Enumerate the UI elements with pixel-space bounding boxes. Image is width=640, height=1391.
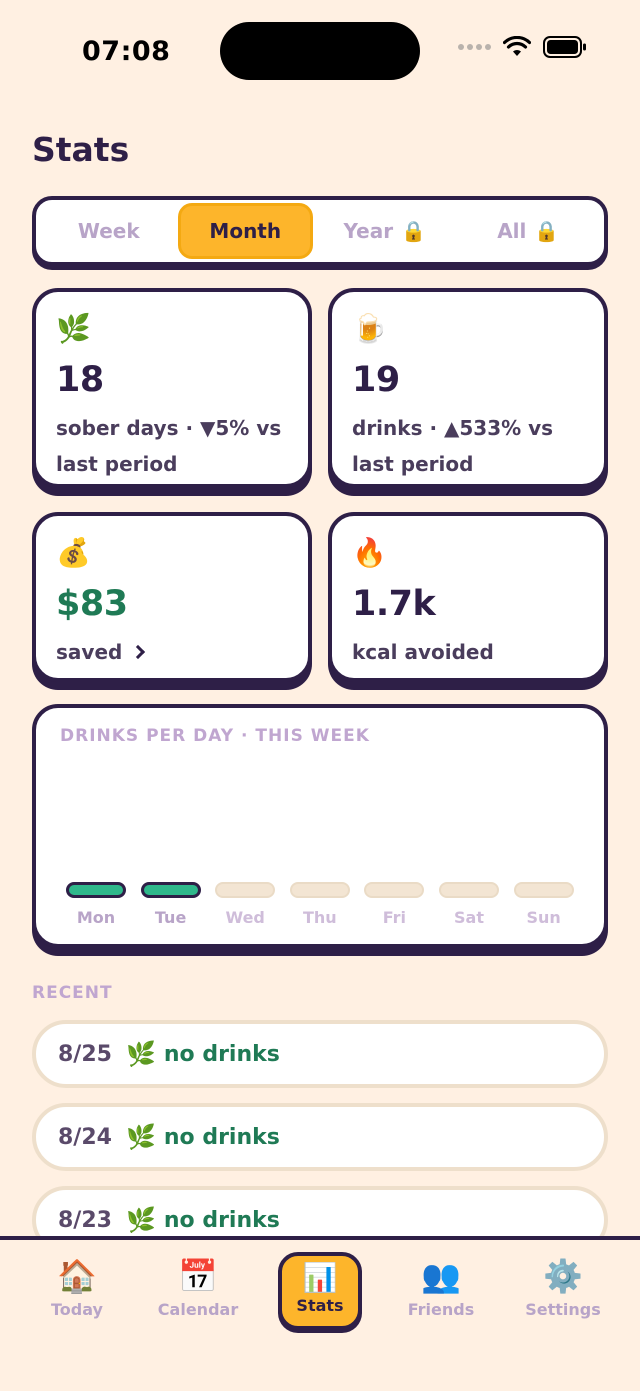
money-saved-label: saved bbox=[56, 640, 123, 664]
recent-section-label: RECENT bbox=[32, 983, 113, 1003]
segment-label: All bbox=[497, 219, 527, 243]
friends-icon: 👥 bbox=[421, 1257, 461, 1295]
drinks-desc-line2: last period bbox=[352, 452, 474, 476]
chart-day-label: Thu bbox=[302, 908, 337, 927]
battery-icon bbox=[543, 36, 586, 58]
segment-all[interactable]: All 🔒 bbox=[457, 203, 600, 259]
calendar-icon: 📅 bbox=[178, 1257, 218, 1295]
beer-icon: 🍺 bbox=[352, 312, 387, 345]
chart-bar-sun bbox=[513, 882, 574, 898]
tab-friends[interactable]: 👥 Friends bbox=[386, 1254, 496, 1319]
recent-date: 8/24 bbox=[58, 1124, 112, 1150]
status-time: 07:08 bbox=[82, 36, 171, 67]
tab-today[interactable]: 🏠 Today bbox=[22, 1254, 132, 1319]
recent-date: 8/25 bbox=[58, 1041, 112, 1067]
tab-label: Today bbox=[51, 1300, 103, 1319]
recent-status: no drinks bbox=[163, 1041, 280, 1067]
money-saved-value: $83 bbox=[56, 584, 128, 624]
sober-days-desc-line1: sober days · ▼5% vs bbox=[56, 416, 282, 440]
chevron-right-icon bbox=[131, 644, 146, 660]
chart-day-label: Tue bbox=[154, 908, 187, 927]
kcal-value: 1.7k bbox=[352, 584, 436, 624]
drinks-value: 19 bbox=[352, 360, 400, 400]
status-bar: 07:08 bbox=[0, 0, 640, 100]
wifi-icon bbox=[503, 36, 531, 56]
house-icon: 🏠 bbox=[57, 1257, 97, 1295]
period-segmented-control: Week Month Year 🔒 All 🔒 bbox=[32, 196, 608, 266]
chart-day-label: Sun bbox=[526, 908, 561, 927]
sober-days-desc-line2: last period bbox=[56, 452, 178, 476]
segment-label: Month bbox=[209, 219, 282, 243]
kcal-desc: kcal avoided bbox=[352, 640, 494, 664]
herb-icon: 🌿 bbox=[126, 1123, 156, 1151]
money-saved-desc: saved bbox=[56, 634, 146, 670]
segment-label: Year bbox=[343, 219, 394, 243]
stats-screen: 07:08 Stats Week Month Year 🔒 All 🔒 🌿 18… bbox=[0, 0, 640, 1391]
money-saved-card[interactable]: 💰 $83 saved bbox=[32, 512, 312, 682]
recent-item[interactable]: 8/24 🌿 no drinks bbox=[32, 1103, 608, 1171]
recent-status: no drinks bbox=[163, 1207, 280, 1233]
segment-month[interactable]: Month bbox=[177, 203, 314, 259]
chart-day-label: Mon bbox=[76, 908, 116, 927]
tab-settings[interactable]: ⚙️ Settings bbox=[508, 1254, 618, 1319]
chart-bar-mon bbox=[66, 882, 126, 898]
fire-icon: 🔥 bbox=[352, 536, 387, 569]
money-bag-icon: 💰 bbox=[56, 536, 91, 569]
tab-label: Calendar bbox=[157, 1300, 239, 1319]
chart-bar-thu bbox=[289, 882, 350, 898]
bar-chart-icon: 📊 bbox=[302, 1261, 338, 1294]
chart-bar-fri bbox=[364, 882, 425, 898]
segment-year[interactable]: Year 🔒 bbox=[313, 203, 456, 259]
dynamic-island bbox=[220, 22, 420, 80]
drinks-desc-line1: drinks · ▲533% vs bbox=[352, 416, 554, 440]
status-icons bbox=[458, 36, 587, 58]
recent-date: 8/23 bbox=[58, 1207, 112, 1233]
drinks-card[interactable]: 🍺 19 drinks · ▲533% vs last period bbox=[328, 288, 608, 488]
kcal-card[interactable]: 🔥 1.7k kcal avoided bbox=[328, 512, 608, 682]
drinks-per-day-chart: DRINKS PER DAY · THIS WEEK Mon Tue Wed Thu F… bbox=[32, 704, 608, 948]
lock-icon: 🔒 bbox=[534, 219, 560, 243]
chart-bar-wed bbox=[215, 882, 276, 898]
segment-week[interactable]: Week bbox=[40, 203, 178, 259]
sober-days-card[interactable]: 🌿 18 sober days · ▼5% vs last period bbox=[32, 288, 312, 488]
recent-status: no drinks bbox=[163, 1124, 280, 1150]
bottom-tab-bar: 🏠 Today 📅 Calendar 📊 Stats 👥 Friends ⚙️ … bbox=[0, 1236, 640, 1391]
segment-label: Week bbox=[77, 219, 140, 243]
lock-icon: 🔒 bbox=[401, 219, 427, 243]
chart-bar-tue bbox=[140, 882, 201, 898]
sober-days-value: 18 bbox=[56, 360, 104, 400]
signal-icon bbox=[458, 44, 491, 50]
tab-label: Friends bbox=[407, 1300, 475, 1319]
herb-icon: 🌿 bbox=[56, 312, 91, 345]
chart-day-label: Fri bbox=[382, 908, 407, 927]
tab-stats[interactable]: 📊 Stats bbox=[278, 1252, 362, 1330]
tab-label: Settings bbox=[525, 1300, 601, 1319]
page-title: Stats bbox=[32, 130, 130, 169]
chart-day-label: Wed bbox=[225, 908, 265, 927]
chart-day-label: Sat bbox=[454, 908, 484, 927]
chart-bar-sat bbox=[439, 882, 499, 898]
herb-icon: 🌿 bbox=[126, 1206, 156, 1234]
herb-icon: 🌿 bbox=[126, 1040, 156, 1068]
tab-calendar[interactable]: 📅 Calendar bbox=[143, 1254, 253, 1319]
gear-icon: ⚙️ bbox=[543, 1257, 583, 1295]
chart-title: DRINKS PER DAY · THIS WEEK bbox=[60, 726, 370, 746]
tab-label: Stats bbox=[296, 1296, 344, 1315]
recent-item[interactable]: 8/25 🌿 no drinks bbox=[32, 1020, 608, 1088]
